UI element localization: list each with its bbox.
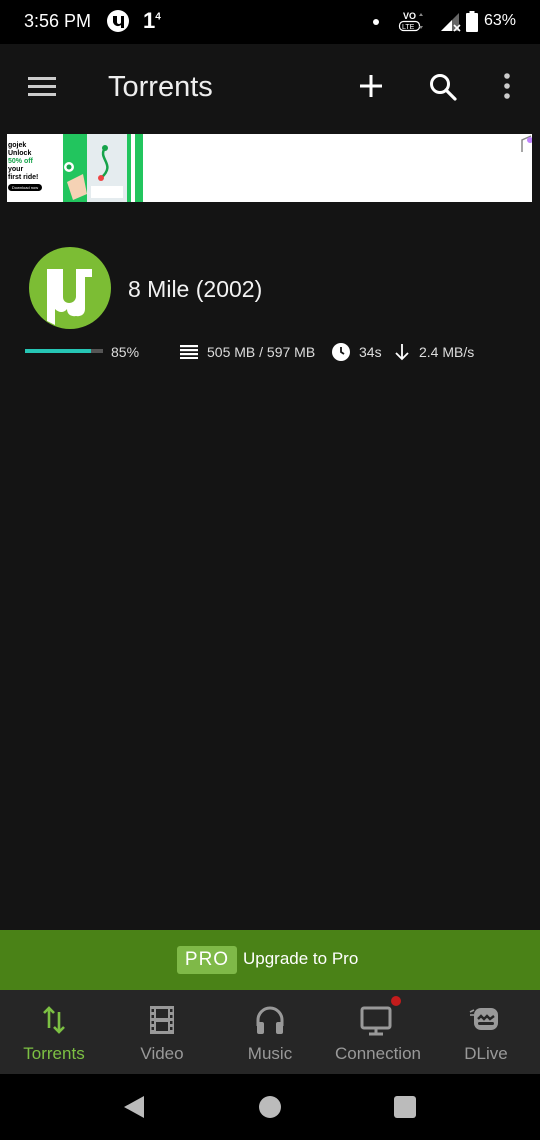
ad-banner[interactable]: gojek Unlock 50% off your first ride! Do… bbox=[7, 134, 532, 202]
tab-connection[interactable]: Connection bbox=[324, 990, 432, 1074]
pro-badge: PRO bbox=[177, 946, 237, 974]
battery-icon bbox=[466, 11, 478, 32]
tab-video-label: Video bbox=[140, 1044, 184, 1063]
torrent-eta: 34s bbox=[359, 344, 382, 360]
dot-icon bbox=[373, 19, 379, 25]
ad-button[interactable]: Download now bbox=[8, 184, 42, 191]
ad-stripe-icon bbox=[131, 134, 143, 202]
notification-dot bbox=[391, 996, 401, 1006]
transfer-arrows-icon bbox=[43, 1006, 65, 1034]
torrent-speed: 2.4 MB/s bbox=[419, 344, 475, 360]
film-icon bbox=[150, 1006, 174, 1034]
progress-fill bbox=[25, 349, 92, 353]
ad-headline-4: first ride! bbox=[8, 174, 39, 181]
tab-connection-label: Connection bbox=[334, 1044, 421, 1063]
status-time: 3:56 PM bbox=[24, 11, 92, 31]
status-notification-count: 14 bbox=[143, 8, 161, 33]
upgrade-text: Upgrade to Pro bbox=[243, 949, 359, 968]
tab-dlive[interactable]: DLive bbox=[432, 990, 540, 1074]
progress-bar bbox=[25, 349, 103, 353]
bottom-nav: Torrents Video Music Connection DLive bbox=[0, 990, 540, 1074]
utorrent-status-icon bbox=[107, 10, 129, 32]
add-icon[interactable] bbox=[358, 73, 384, 99]
signal-icon bbox=[441, 13, 461, 32]
tab-torrents[interactable]: Torrents bbox=[0, 990, 108, 1074]
ad-brand: gojek bbox=[8, 142, 27, 149]
route-icon bbox=[91, 145, 123, 198]
ad-phone-icon bbox=[64, 162, 87, 200]
battery-percent: 63% bbox=[484, 12, 517, 29]
headphones-icon bbox=[256, 1006, 284, 1034]
svg-text:VO: VO bbox=[403, 11, 416, 21]
upgrade-banner[interactable]: PRO Upgrade to Pro bbox=[0, 930, 540, 990]
tab-video[interactable]: Video bbox=[108, 990, 216, 1074]
ad-headline-3: your bbox=[8, 166, 24, 173]
ad-headline-2: 50% off bbox=[8, 158, 33, 165]
dlive-icon bbox=[469, 1008, 498, 1030]
download-arrow-icon bbox=[395, 344, 409, 361]
list-icon bbox=[180, 345, 198, 359]
progress-percent: 85% bbox=[111, 344, 140, 360]
tab-torrents-label: Torrents bbox=[23, 1044, 85, 1063]
monitor-icon bbox=[360, 1006, 392, 1036]
recents-icon[interactable] bbox=[394, 1096, 416, 1118]
torrent-list-item[interactable]: 8 Mile (2002) 85% 505 MB / 597 MB 34s 2.… bbox=[0, 230, 540, 370]
app-bar: Torrents bbox=[0, 44, 540, 134]
tab-music[interactable]: Music bbox=[216, 990, 324, 1074]
search-icon[interactable] bbox=[428, 72, 458, 102]
status-bar: 3:56 PM 14 VO LTE 63% bbox=[0, 0, 540, 44]
page-title: Torrents bbox=[108, 71, 213, 103]
clock-icon bbox=[332, 343, 350, 361]
torrent-size: 505 MB / 597 MB bbox=[207, 344, 316, 360]
torrent-name: 8 Mile (2002) bbox=[128, 276, 263, 302]
volte-icon: VO LTE bbox=[398, 11, 423, 32]
menu-icon[interactable] bbox=[28, 77, 56, 97]
utorrent-logo-icon bbox=[29, 247, 111, 329]
tab-dlive-label: DLive bbox=[464, 1044, 508, 1063]
svg-text:LTE: LTE bbox=[402, 24, 415, 31]
ad-choices-icon[interactable] bbox=[520, 134, 532, 154]
tab-music-label: Music bbox=[247, 1044, 293, 1063]
back-icon[interactable] bbox=[122, 1095, 146, 1119]
ad-text: gojek Unlock 50% off your first ride! bbox=[8, 142, 62, 182]
ad-panel: gojek Unlock 50% off your first ride! Do… bbox=[7, 134, 63, 202]
more-icon[interactable] bbox=[500, 72, 514, 100]
ad-map-image bbox=[87, 134, 127, 202]
home-icon[interactable] bbox=[259, 1096, 281, 1118]
ad-headline-1: Unlock bbox=[8, 150, 32, 157]
system-nav-bar bbox=[0, 1074, 540, 1140]
